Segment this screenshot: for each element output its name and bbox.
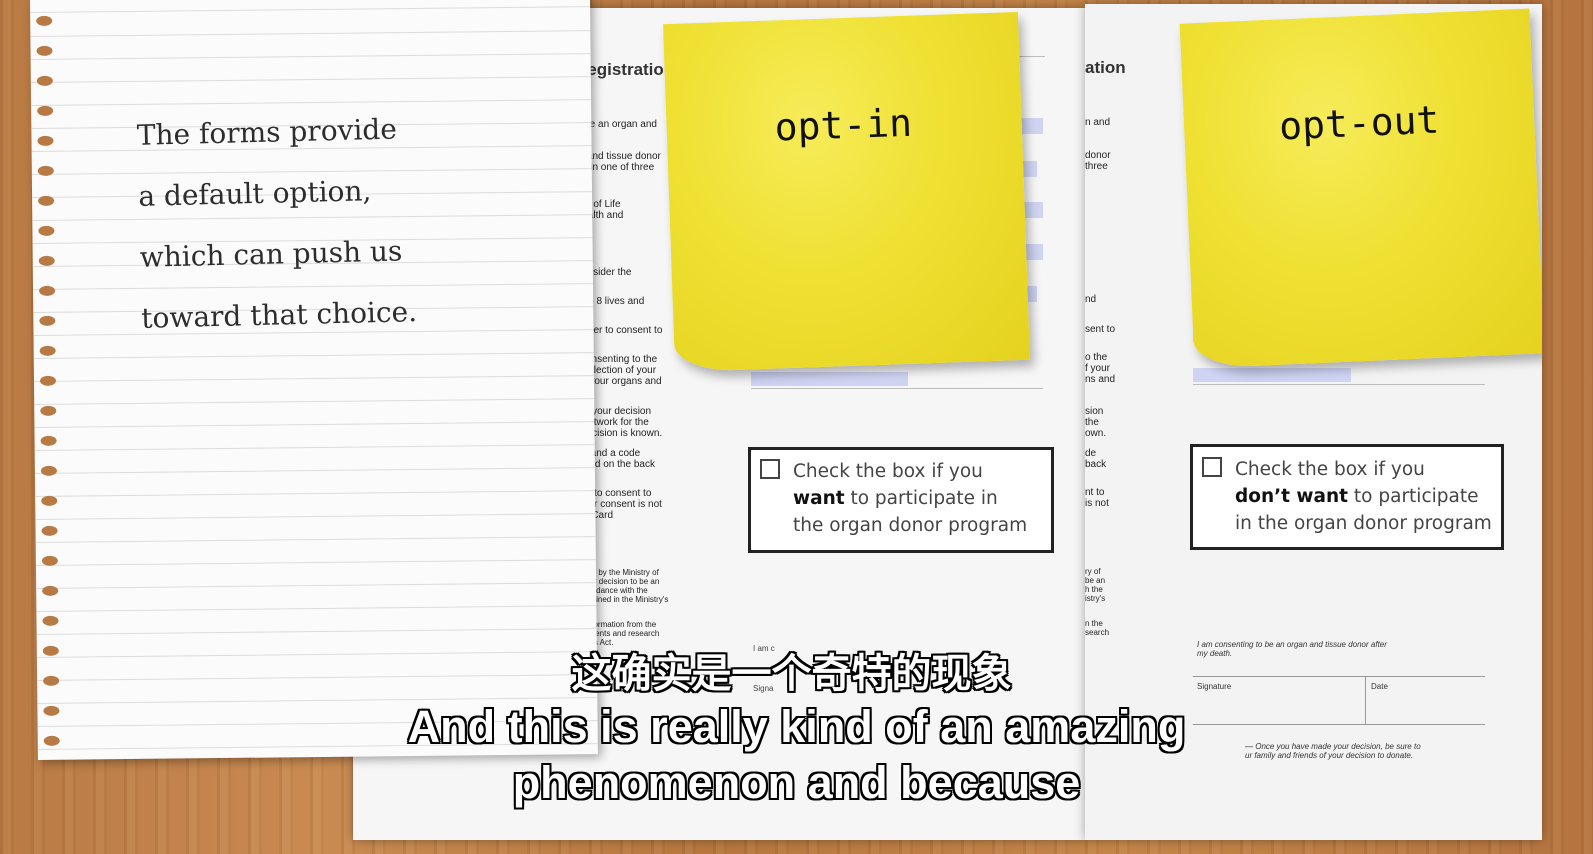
notebook-line: which can push us	[139, 234, 403, 274]
binder-hole	[42, 585, 59, 596]
opt-in-sticky-note: opt-in	[663, 11, 1030, 373]
notebook-line: The forms provide	[136, 112, 398, 152]
form-text-fragment: nt to is not	[1085, 487, 1109, 509]
binder-hole	[39, 315, 56, 326]
binder-hole	[36, 75, 53, 86]
binder-hole	[36, 45, 53, 56]
form-field	[1193, 368, 1351, 382]
decline-checkbox[interactable]	[1202, 457, 1222, 477]
subtitle-english-line-2: phenomenon and because	[512, 757, 1081, 808]
sticky-note-label: opt-in	[773, 100, 913, 150]
notebook-line: toward that choice.	[140, 295, 418, 335]
form-field-line	[1193, 384, 1485, 385]
binder-hole	[37, 105, 54, 116]
opt-out-sticky-note: opt-out	[1179, 8, 1542, 369]
binder-hole	[37, 135, 54, 146]
opt-in-checkbox-panel: Check the box if you want to participate…	[748, 447, 1054, 553]
binder-hole	[39, 345, 56, 356]
participate-checkbox[interactable]	[760, 459, 780, 479]
form-field	[751, 372, 908, 386]
form-text-fragment: nd	[1085, 294, 1097, 305]
binder-hole	[41, 525, 58, 536]
binder-hole	[39, 375, 57, 386]
form-small-text: ted by the Ministry of our decision to b…	[585, 568, 669, 604]
form-small-text: ry of be an h the istry's	[1085, 567, 1106, 603]
form-field-line	[1015, 56, 1045, 57]
opt-out-checkbox-panel: Check the box if you don’t want to parti…	[1190, 444, 1504, 550]
binder-hole	[40, 405, 57, 416]
binder-hole	[37, 165, 54, 176]
binder-hole	[38, 255, 55, 266]
binder-hole	[38, 195, 55, 206]
notebook-line: a default option,	[137, 174, 372, 213]
checkbox-instruction: Check the box if you don’t want to parti…	[1235, 459, 1492, 534]
form-small-text: n the search	[1085, 619, 1110, 637]
form-text-fragment: o the f your ns and	[1085, 352, 1116, 385]
binder-hole	[42, 615, 59, 626]
binder-hole	[38, 285, 56, 296]
notebook-text: The forms provide a default option, whic…	[136, 98, 418, 349]
binder-hole	[40, 465, 57, 476]
binder-hole	[40, 435, 57, 446]
form-text-fragment: n and	[1085, 117, 1111, 128]
subtitle-chinese: 这确实是一个奇特的现象	[571, 651, 1012, 697]
form-text-fragment: de back	[1085, 448, 1107, 470]
binder-hole	[41, 495, 58, 506]
form-text-fragment: donor three	[1085, 150, 1111, 172]
binder-hole	[36, 15, 53, 26]
form-field-line	[751, 388, 1043, 389]
form-title: ation	[1085, 58, 1126, 77]
checkbox-instruction: Check the box if you want to participate…	[793, 461, 1028, 536]
subtitle-english-line-1: And this is really kind of an amazing	[407, 701, 1186, 752]
binder-hole	[38, 225, 55, 236]
sticky-note-label: opt-out	[1278, 97, 1441, 149]
binder-hole	[41, 555, 58, 566]
form-text-fragment: sent to	[1085, 324, 1116, 335]
form-text-fragment: sion the own.	[1085, 406, 1107, 439]
